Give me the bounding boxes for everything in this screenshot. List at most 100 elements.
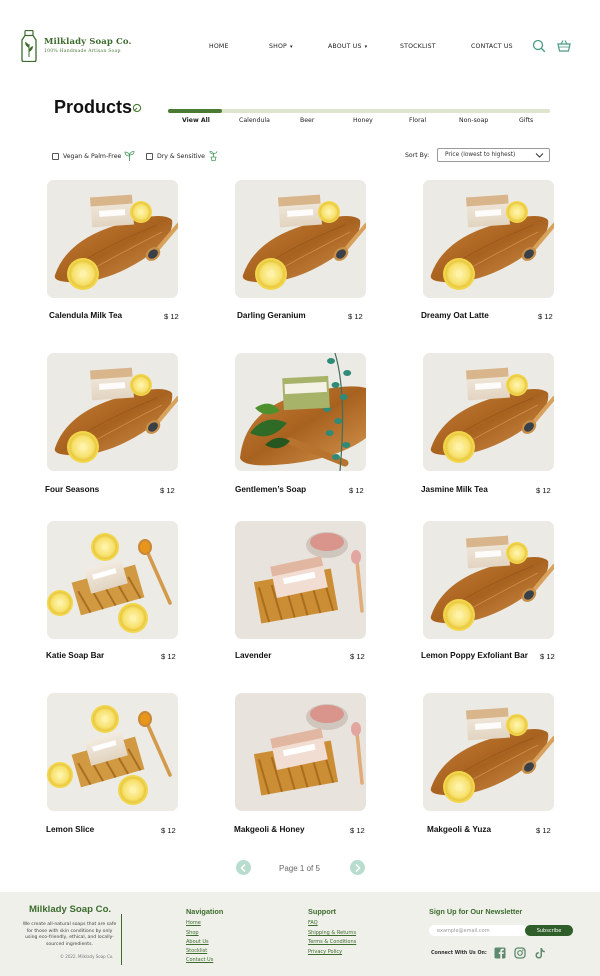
tab-track xyxy=(168,109,550,113)
nav-shop-label: SHOP xyxy=(269,43,287,50)
leaf-icon xyxy=(132,103,142,113)
nav-home[interactable]: HOME xyxy=(209,43,229,50)
footer-link-stocklist[interactable]: Stocklist xyxy=(186,948,207,954)
page-indicator: Page 1 of 5 xyxy=(279,864,320,873)
dry-sensitive-checkbox[interactable] xyxy=(146,152,153,160)
product-name[interactable]: Dreamy Oat Latte xyxy=(421,311,489,320)
product-image[interactable] xyxy=(423,353,554,471)
product-name[interactable]: Jasmine Milk Tea xyxy=(421,485,488,494)
product-photo xyxy=(423,693,554,811)
footer-link-terms[interactable]: Terms & Conditions xyxy=(308,939,356,945)
prev-page-button[interactable] xyxy=(236,860,251,875)
footer-link-about[interactable]: About Us xyxy=(186,939,209,945)
product-name[interactable]: Lemon Slice xyxy=(46,825,94,834)
tab-honey[interactable]: Honey xyxy=(353,117,373,124)
site-footer: Milklady Soap Co. We create all-natural … xyxy=(0,892,600,976)
footer-link-home[interactable]: Home xyxy=(186,920,201,926)
tab-calendula[interactable]: Calendula xyxy=(239,117,270,124)
tab-beer[interactable]: Beer xyxy=(300,117,314,124)
footer-description: We create all-natural soaps that are saf… xyxy=(22,922,117,947)
product-image[interactable] xyxy=(47,521,178,639)
facebook-icon[interactable] xyxy=(494,947,506,959)
product-price: $ 12 xyxy=(536,485,551,495)
footer-support-heading: Support xyxy=(308,907,336,916)
filter-dry-label: Dry & Sensitive xyxy=(157,152,205,160)
filter-vegan[interactable]: Vegan & Palm-Free xyxy=(52,151,135,161)
product-image[interactable] xyxy=(423,180,554,298)
product-image[interactable] xyxy=(423,693,554,811)
chevron-down-icon: ▾ xyxy=(289,44,293,50)
vegan-checkbox[interactable] xyxy=(52,152,59,160)
tab-non-soap[interactable]: Non-soap xyxy=(459,117,488,124)
product-name[interactable]: Katie Soap Bar xyxy=(46,651,104,660)
tab-gifts[interactable]: Gifts xyxy=(519,117,533,124)
sprout-icon xyxy=(124,151,135,161)
chevron-down-icon xyxy=(535,153,544,158)
cart-icon[interactable] xyxy=(557,39,571,53)
product-name[interactable]: Lavender xyxy=(235,651,271,660)
connect-label: Connect With Us On: xyxy=(431,951,487,956)
product-photo xyxy=(47,693,178,811)
footer-divider xyxy=(121,914,122,965)
product-image[interactable] xyxy=(423,521,554,639)
footer-link-shop[interactable]: Shop xyxy=(186,930,199,936)
newsletter-email-input[interactable]: example@email.com xyxy=(429,925,527,936)
product-image[interactable] xyxy=(235,180,366,298)
product-photo xyxy=(235,180,366,298)
product-price: $ 12 xyxy=(350,825,365,835)
product-name[interactable]: Makgeoli & Yuza xyxy=(427,825,491,834)
product-price: $ 12 xyxy=(538,311,553,321)
product-name[interactable]: Makgeoli & Honey xyxy=(234,825,305,834)
product-image[interactable] xyxy=(235,353,366,471)
chevron-down-icon: ▾ xyxy=(364,44,368,50)
product-photo xyxy=(47,180,178,298)
product-image[interactable] xyxy=(47,180,178,298)
product-price: $ 12 xyxy=(350,651,365,661)
product-image[interactable] xyxy=(235,693,366,811)
chevron-right-icon xyxy=(355,863,361,872)
tiktok-icon[interactable] xyxy=(534,947,546,959)
product-name[interactable]: Darling Geranium xyxy=(237,311,306,320)
product-photo xyxy=(423,521,554,639)
nav-contact[interactable]: CONTACT US xyxy=(471,43,513,50)
product-photo xyxy=(423,180,554,298)
instagram-icon[interactable] xyxy=(514,947,526,959)
nav-about[interactable]: ABOUT US ▾ xyxy=(328,43,367,50)
product-price: $ 12 xyxy=(536,825,551,835)
footer-link-faq[interactable]: FAQ xyxy=(308,920,318,926)
product-price: $ 12 xyxy=(161,651,176,661)
page-title: Products xyxy=(54,97,133,117)
footer-link-contact[interactable]: Contact Us xyxy=(186,957,213,963)
newsletter-heading: Sign Up for Our Newsletter xyxy=(429,907,523,916)
product-price: $ 12 xyxy=(348,311,363,321)
nav-shop[interactable]: SHOP ▾ xyxy=(269,43,293,50)
product-photo xyxy=(47,521,178,639)
subscribe-button[interactable]: Subscribe xyxy=(525,925,573,936)
nav-stocklist[interactable]: STOCKLIST xyxy=(400,43,436,50)
search-icon[interactable] xyxy=(532,39,546,53)
product-photo xyxy=(235,521,366,639)
product-image[interactable] xyxy=(47,353,178,471)
product-name[interactable]: Gentlemen’s Soap xyxy=(235,485,306,494)
product-price: $ 12 xyxy=(161,825,176,835)
filter-vegan-label: Vegan & Palm-Free xyxy=(63,152,122,160)
footer-link-privacy[interactable]: Privacy Policy xyxy=(308,949,342,955)
product-image[interactable] xyxy=(47,693,178,811)
product-name[interactable]: Calendula Milk Tea xyxy=(49,311,122,320)
tab-floral[interactable]: Floral xyxy=(409,117,426,124)
tab-view-all[interactable]: View All xyxy=(182,117,210,124)
tab-active-indicator xyxy=(168,109,222,113)
product-name[interactable]: Four Seasons xyxy=(45,485,99,494)
footer-brand: Milklady Soap Co. xyxy=(29,904,112,915)
plant-pot-icon xyxy=(209,151,218,161)
filter-dry-sensitive[interactable]: Dry & Sensitive xyxy=(146,151,219,161)
product-name[interactable]: Lemon Poppy Exfoliant Bar xyxy=(421,651,528,660)
next-page-button[interactable] xyxy=(350,860,365,875)
sort-dropdown[interactable]: Price (lowest to highest) xyxy=(437,148,550,162)
product-image[interactable] xyxy=(235,521,366,639)
sort-label: Sort By: xyxy=(405,152,430,159)
footer-link-shipping[interactable]: Shipping & Returns xyxy=(308,930,356,936)
product-price: $ 12 xyxy=(164,311,179,321)
footer-copyright: © 2022, Milklady Soap Co. xyxy=(60,954,114,959)
product-photo xyxy=(423,353,554,471)
